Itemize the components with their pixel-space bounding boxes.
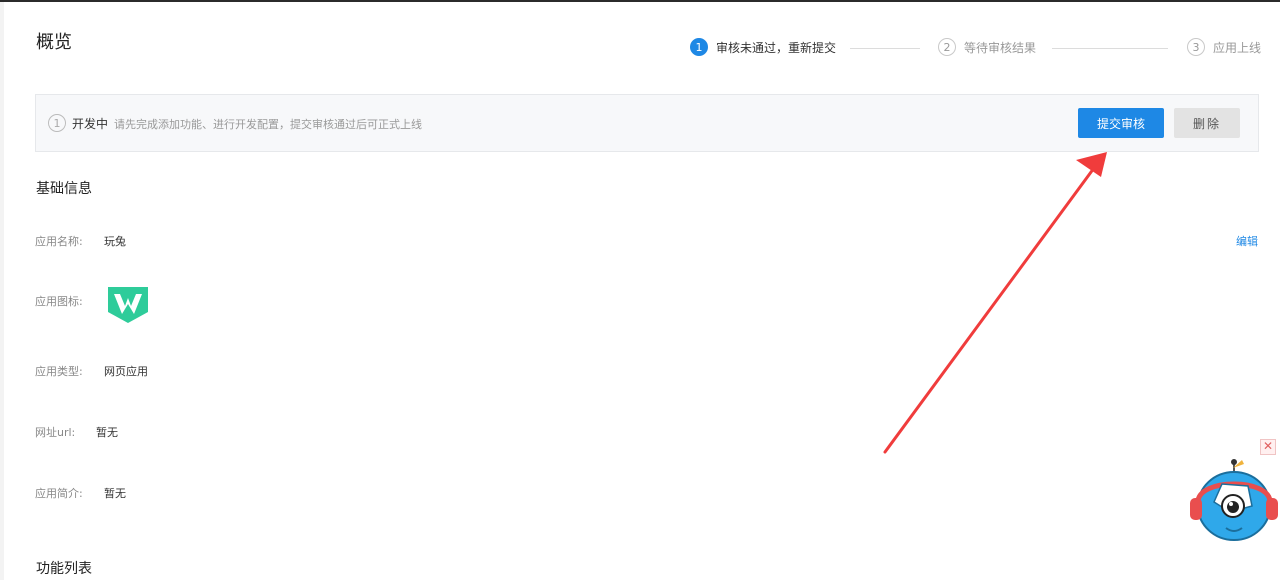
info-icon: 1 <box>48 114 66 132</box>
step-3-label: 应用上线 <box>1213 40 1262 55</box>
basic-info-title: 基础信息 <box>36 181 92 197</box>
features-title: 功能列表 <box>36 561 92 577</box>
app-icon-label: 应用图标: <box>35 295 83 308</box>
status-notice-bar: 1 开发中 请先完成添加功能、进行开发配置，提交审核通过后可正式上线 提交审核 … <box>35 94 1259 152</box>
intro-label: 应用简介: <box>35 487 83 500</box>
url-value: 暂无 <box>96 426 118 439</box>
url-label: 网址url: <box>35 426 76 439</box>
annotation-arrow <box>883 152 1107 454</box>
step-2-label: 等待审核结果 <box>964 40 1037 55</box>
intro-value: 暂无 <box>104 487 126 500</box>
step-1-number: 1 <box>690 38 708 56</box>
window-top-border <box>0 0 1280 2</box>
mascot-icon[interactable] <box>1186 458 1280 548</box>
step-connector-1 <box>850 48 920 49</box>
status-text: 开发中 <box>72 117 109 131</box>
step-2-number: 2 <box>938 38 956 56</box>
app-name-label: 应用名称: <box>35 235 83 248</box>
step-1-label: 审核未通过，重新提交 <box>716 40 837 55</box>
edit-link[interactable]: 编辑 <box>1236 233 1258 249</box>
app-type-label: 应用类型: <box>35 365 83 378</box>
app-name-value: 玩兔 <box>104 235 126 248</box>
step-1: 1 审核未通过，重新提交 <box>690 38 836 56</box>
step-3: 3 应用上线 <box>1187 38 1261 56</box>
app-logo-icon <box>108 287 148 323</box>
submit-review-button[interactable]: 提交审核 <box>1078 108 1164 138</box>
step-2: 2 等待审核结果 <box>938 38 1036 56</box>
status-description: 请先完成添加功能、进行开发配置，提交审核通过后可正式上线 <box>114 118 422 131</box>
step-3-number: 3 <box>1187 38 1205 56</box>
left-edge <box>0 2 4 580</box>
progress-steps: 1 审核未通过，重新提交 2 等待审核结果 3 应用上线 <box>690 38 1270 60</box>
app-type-value: 网页应用 <box>104 365 148 378</box>
close-icon[interactable]: ✕ <box>1260 439 1276 455</box>
step-connector-2 <box>1052 48 1168 49</box>
delete-button[interactable]: 删除 <box>1174 108 1240 138</box>
page-title: 概览 <box>36 32 72 53</box>
